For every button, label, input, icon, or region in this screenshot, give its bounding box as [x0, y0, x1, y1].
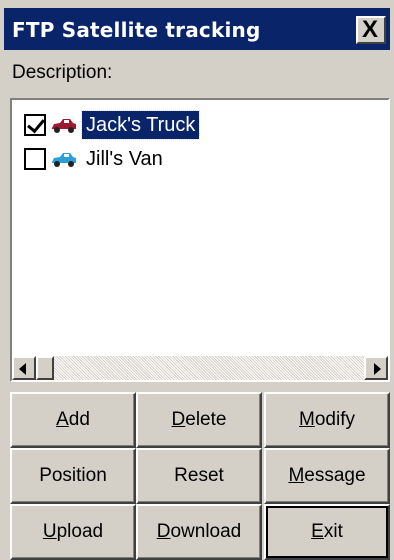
- position-button[interactable]: Position: [10, 448, 136, 504]
- scroll-right-button[interactable]: [364, 356, 388, 380]
- horizontal-scrollbar[interactable]: [12, 356, 388, 380]
- download-mnemonic: D: [156, 521, 171, 542]
- vehicle-checkbox-jacks-truck[interactable]: [24, 114, 46, 136]
- vehicle-checkbox-jills-van[interactable]: [24, 148, 46, 170]
- reset-button[interactable]: Reset: [136, 448, 262, 504]
- delete-label: elete: [185, 409, 227, 430]
- blue-car-icon: [52, 153, 76, 167]
- modify-mnemonic: M: [299, 409, 315, 430]
- message-button[interactable]: Message: [264, 448, 390, 504]
- delete-button[interactable]: Delete: [136, 392, 262, 448]
- add-mnemonic: A: [56, 409, 69, 430]
- upload-button[interactable]: Upload: [10, 504, 136, 560]
- exit-label: xit: [323, 521, 343, 542]
- message-mnemonic: M: [288, 465, 305, 486]
- delete-mnemonic: D: [171, 409, 186, 430]
- exit-mnemonic: E: [311, 521, 324, 542]
- position-label: Position: [39, 465, 107, 486]
- scroll-left-button[interactable]: [12, 356, 36, 380]
- modify-button[interactable]: Modify: [264, 392, 390, 448]
- add-label: dd: [68, 409, 90, 430]
- upload-label: pload: [56, 521, 104, 542]
- close-button[interactable]: X: [356, 16, 386, 44]
- download-label: ownload: [170, 521, 242, 542]
- ftp-satellite-window: FTP Satellite tracking X Description: Ja…: [0, 0, 394, 560]
- red-car-icon: [52, 119, 76, 133]
- reset-label: Reset: [174, 465, 224, 486]
- message-label: essage: [304, 465, 366, 486]
- exit-button[interactable]: Exit: [264, 504, 390, 560]
- vehicle-label: Jill's Van: [86, 148, 163, 170]
- arrow-left-icon: [19, 363, 26, 375]
- vehicle-label: Jack's Truck: [80, 110, 201, 140]
- modify-label: odify: [314, 409, 355, 430]
- download-button[interactable]: Download: [136, 504, 262, 560]
- upload-mnemonic: U: [42, 521, 57, 542]
- scroll-thumb[interactable]: [36, 356, 54, 380]
- window-title: FTP Satellite tracking: [12, 18, 261, 42]
- close-icon: X: [362, 16, 379, 43]
- vehicle-list[interactable]: Jack's Truck Jill's Van: [10, 98, 390, 382]
- description-label: Description:: [12, 62, 113, 83]
- add-button[interactable]: Add: [10, 392, 136, 448]
- title-bar[interactable]: FTP Satellite tracking X: [4, 8, 390, 50]
- arrow-right-icon: [374, 363, 381, 375]
